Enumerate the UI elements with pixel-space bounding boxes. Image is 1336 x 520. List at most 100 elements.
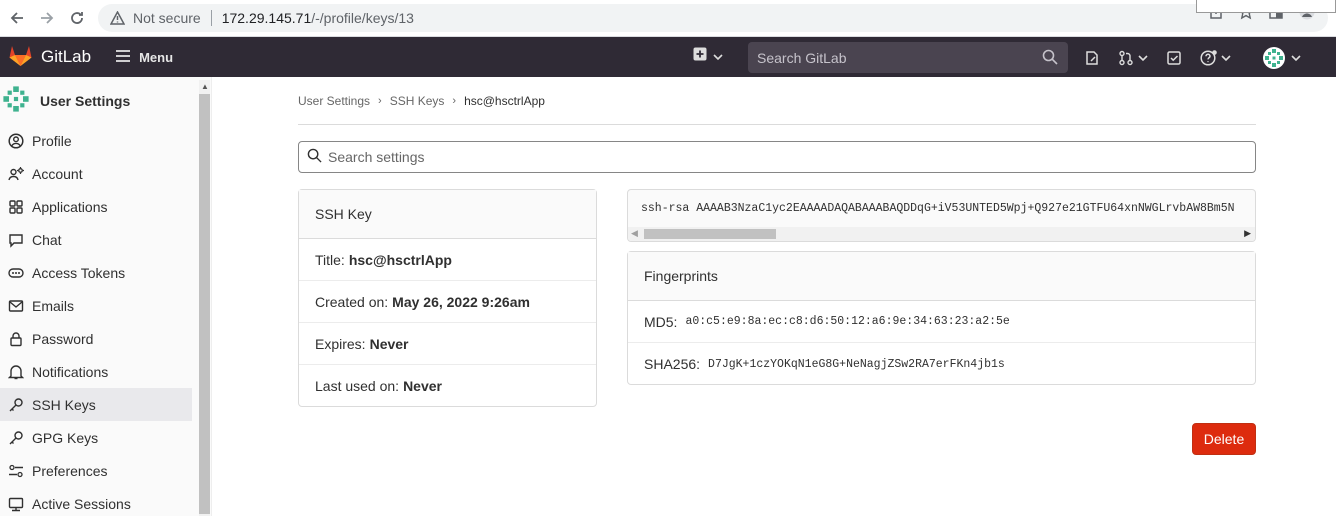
sidebar-item-profile[interactable]: Profile	[0, 124, 192, 157]
key-last-used-label: Last used on:	[315, 378, 400, 394]
url-host: 172.29.145.71	[221, 10, 312, 26]
search-icon	[1042, 49, 1058, 68]
scroll-left-arrow-icon[interactable]: ◀	[631, 228, 638, 239]
help-icon[interactable]	[1200, 50, 1231, 66]
sha256-label: SHA256:	[644, 356, 701, 372]
ssh-key-details-card: SSH Key Title: hsc@hsctrlApp Created on:…	[298, 189, 597, 407]
key-title-value: hsc@hsctrlApp	[348, 251, 452, 268]
chevron-right-icon: ›	[378, 94, 382, 107]
delete-button[interactable]: Delete	[1192, 423, 1256, 455]
address-bar[interactable]: Not secure 172.29.145.71/-/profile/keys/…	[98, 4, 1328, 32]
mail-icon	[7, 297, 24, 314]
sidebar-header[interactable]: User Settings	[0, 77, 211, 124]
key-title-row: Title: hsc@hsctrlApp	[299, 239, 596, 281]
sidebar-item-applications[interactable]: Applications	[0, 190, 192, 223]
sidebar-item-emails[interactable]: Emails	[0, 289, 192, 322]
menu-button[interactable]: Menu	[115, 50, 173, 65]
token-icon	[7, 264, 24, 281]
forward-icon[interactable]	[32, 3, 62, 33]
fingerprints-card: Fingerprints MD5: a0:c5:e9:8a:ec:c8:d6:5…	[627, 251, 1256, 385]
todos-icon[interactable]	[1166, 50, 1182, 66]
key-created-label: Created on:	[315, 293, 389, 310]
breadcrumb-user-settings[interactable]: User Settings	[298, 94, 370, 108]
user-menu[interactable]	[1263, 47, 1301, 69]
sidebar-item-notifications[interactable]: Notifications	[0, 355, 192, 388]
gitlab-search-input[interactable]: Search GitLab	[748, 42, 1068, 73]
ssh-key-content-box[interactable]: ssh-rsa AAAAB3NzaC1yc2EAAAADAQABAAABAQDD…	[627, 189, 1256, 242]
key-expires-row: Expires: Never	[299, 323, 596, 365]
settings-sidebar: User Settings Profile Account Applicatio…	[0, 77, 212, 516]
sidebar-item-label: Emails	[32, 297, 75, 314]
scroll-up-arrow-icon[interactable]: ▲	[201, 82, 209, 91]
warning-icon	[110, 11, 125, 25]
sha256-value: D7JgK+1czYOKqN1eG8G+NeNagjZSw2RA7erFKn4j…	[708, 357, 1005, 371]
sidebar-item-gpg-keys[interactable]: GPG Keys	[0, 421, 192, 454]
scrollbar-thumb[interactable]	[199, 94, 210, 514]
sessions-icon	[7, 495, 24, 512]
sidebar-item-label: Profile	[32, 132, 72, 149]
breadcrumb-ssh-keys[interactable]: SSH Keys	[390, 94, 445, 108]
sidebar-item-label: Account	[32, 165, 83, 182]
sidebar-item-label: GPG Keys	[32, 429, 99, 446]
new-item-dropdown[interactable]	[693, 47, 723, 64]
account-icon	[7, 165, 24, 182]
menu-label: Menu	[139, 49, 174, 65]
sidebar-scrollbar[interactable]: ▲	[199, 80, 210, 516]
security-label: Not secure	[133, 10, 201, 26]
profile-icon	[7, 132, 24, 149]
gitlab-logo-icon	[8, 44, 33, 71]
key-created-value: May 26, 2022 9:26am	[392, 293, 530, 310]
key-icon	[7, 396, 24, 413]
md5-row: MD5: a0:c5:e9:8a:ec:c8:d6:50:12:a6:9e:34…	[628, 301, 1255, 343]
sidebar-item-chat[interactable]: Chat	[0, 223, 192, 256]
key-expires-label: Expires:	[315, 335, 366, 352]
chevron-down-icon	[713, 48, 723, 64]
key-last-used-row: Last used on: Never	[299, 365, 596, 407]
search-icon	[307, 148, 322, 166]
applications-icon	[7, 198, 24, 215]
issues-icon[interactable]	[1084, 50, 1100, 66]
sidebar-item-account[interactable]: Account	[0, 157, 192, 190]
md5-value: a0:c5:e9:8a:ec:c8:d6:50:12:a6:9e:34:63:2…	[685, 315, 1010, 328]
sidebar-item-label: Applications	[32, 198, 108, 215]
sidebar-item-access-tokens[interactable]: Access Tokens	[0, 256, 192, 289]
gitlab-topbar: GitLab Menu Search GitLab	[0, 37, 1336, 77]
horizontal-scrollbar[interactable]: ◀ ▶	[628, 227, 1255, 241]
user-avatar-icon	[2, 85, 30, 116]
settings-search-input[interactable]: Search settings	[298, 141, 1256, 173]
omnibox-divider	[210, 10, 212, 26]
bell-icon	[7, 363, 24, 380]
sidebar-item-label: Password	[32, 330, 94, 347]
url-path: /-/profile/keys/13	[311, 10, 414, 26]
hamburger-icon	[115, 49, 131, 65]
sha256-row: SHA256: D7JgK+1czYOKqN1eG8G+NeNagjZSw2RA…	[628, 343, 1255, 385]
sidebar-item-password[interactable]: Password	[0, 322, 192, 355]
sidebar-item-ssh-keys[interactable]: SSH Keys	[0, 388, 192, 421]
md5-label: MD5:	[644, 313, 678, 330]
scroll-right-arrow-icon[interactable]: ▶	[1244, 228, 1251, 239]
ssh-key-text: ssh-rsa AAAAB3NzaC1yc2EAAAADAQABAAABAQDD…	[641, 202, 1235, 215]
sidebar-item-active-sessions[interactable]: Active Sessions	[0, 487, 192, 520]
settings-search-placeholder: Search settings	[328, 149, 425, 165]
main-content: User Settings › SSH Keys › hsc@hsctrlApp…	[298, 77, 1256, 455]
merge-requests-icon[interactable]	[1118, 50, 1148, 66]
gitlab-home-link[interactable]: GitLab	[8, 44, 91, 71]
preferences-icon	[7, 462, 24, 479]
sidebar-item-label: Preferences	[32, 462, 108, 479]
reload-icon[interactable]	[62, 3, 92, 33]
browser-toolbar: Not secure 172.29.145.71/-/profile/keys/…	[0, 0, 1336, 37]
sidebar-title: User Settings	[40, 92, 131, 109]
lock-icon	[7, 330, 24, 347]
app-name: GitLab	[41, 47, 92, 66]
breadcrumb-current[interactable]: hsc@hsctrlApp	[464, 94, 545, 108]
topbar-icons	[1084, 47, 1319, 69]
sidebar-item-label: Notifications	[32, 363, 109, 380]
back-icon[interactable]	[2, 3, 32, 33]
sidebar-item-label: Chat	[32, 231, 62, 248]
extension-popup-edge	[1196, 0, 1336, 13]
plus-square-icon	[693, 47, 707, 64]
sidebar-item-preferences[interactable]: Preferences	[0, 454, 192, 487]
avatar	[1263, 47, 1285, 69]
scrollbar-thumb[interactable]	[644, 229, 776, 239]
key-created-row: Created on: May 26, 2022 9:26am	[299, 281, 596, 323]
